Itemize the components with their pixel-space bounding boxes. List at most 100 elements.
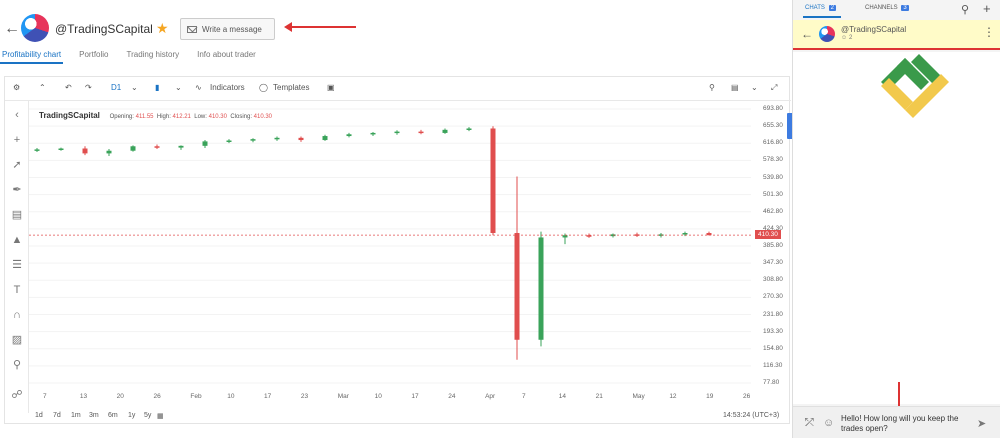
candle-body (346, 134, 352, 137)
candle-body (514, 233, 520, 340)
candle-body (202, 141, 208, 146)
measure-icon[interactable]: ▨ (11, 334, 23, 346)
time-tick-label: May (632, 393, 645, 400)
time-tick-label: 20 (116, 393, 124, 400)
trend-line-icon[interactable]: ➚ (11, 159, 23, 171)
send-icon[interactable]: ➤ (977, 417, 986, 430)
trader-avatar (21, 14, 49, 42)
settings-gear-icon[interactable]: ⚙ (13, 83, 20, 92)
tab-info-about-trader[interactable]: Info about trader (195, 50, 258, 64)
price-tick-label: 116.30 (763, 361, 783, 369)
time-tick-label: 14 (558, 393, 567, 400)
timeframe-select[interactable]: D1 (111, 83, 121, 92)
collapse-chevron-icon[interactable]: ‹ (11, 109, 23, 121)
back-arrow-icon[interactable]: ← (801, 27, 813, 41)
app-root: ← @TradingSCapital ★ Write a message Pro… (0, 0, 1000, 438)
tab-profitability-chart[interactable]: Profitability chart (0, 50, 64, 64)
indicators-button[interactable]: Indicators (210, 83, 245, 92)
candle-body (322, 136, 328, 141)
chevron-down-icon[interactable]: ⌄ (175, 83, 182, 92)
candle-body (682, 233, 688, 235)
camera-icon[interactable]: ▣ (327, 83, 335, 92)
range-7d-button[interactable]: 7d (53, 412, 61, 419)
message-input[interactable]: Hello! How long will you keep the trades… (841, 414, 971, 434)
time-tick-label: 23 (300, 393, 309, 400)
range-1d-button[interactable]: 1d (35, 412, 43, 419)
attachment-icon[interactable]: ⤱ (805, 417, 814, 430)
range-1m-button[interactable]: 1m (71, 412, 81, 419)
price-tick-label: 77.80 (763, 379, 780, 386)
price-tick-label: 578.30 (763, 156, 783, 164)
crosshair-icon[interactable]: + (11, 134, 23, 146)
tab-chats[interactable]: CHATS 2 (805, 5, 836, 11)
tab-portfolio[interactable]: Portfolio (77, 50, 110, 64)
price-tick-label: 347.30 (763, 259, 783, 267)
annotation-arrow-left (284, 22, 356, 32)
tab-trading-history[interactable]: Trading history (125, 50, 182, 64)
templates-button[interactable]: Templates (273, 83, 309, 92)
candlestick-plot[interactable] (29, 101, 751, 391)
price-axis: 693.80 655.30 616.80 578.30 539.80 501.30 462.… (751, 101, 791, 391)
fullscreen-icon[interactable]: ⤢ (771, 83, 777, 93)
brush-icon[interactable]: ✒ (11, 184, 23, 196)
chat-avatar (819, 26, 835, 42)
back-arrow-icon[interactable]: ← (4, 20, 20, 38)
chat-members-count: 2 (849, 35, 853, 41)
channels-count-badge: 3 (901, 5, 909, 11)
time-tick-label: 13 (79, 393, 88, 400)
candle-body (250, 139, 256, 141)
tab-channels[interactable]: CHANNELS 3 (865, 5, 909, 11)
text-icon[interactable]: T (11, 284, 23, 296)
search-icon[interactable]: ⚲ (961, 3, 969, 16)
emoji-icon[interactable]: ☺ (823, 417, 834, 429)
lock-icon[interactable]: ☍ (11, 389, 23, 401)
add-icon[interactable]: + (983, 1, 991, 16)
time-tick-label: 21 (595, 393, 603, 400)
save-icon[interactable]: ▤ (731, 83, 739, 92)
candle-body (130, 146, 136, 151)
candle-body (394, 131, 400, 134)
calendar-icon[interactable]: ▦ (157, 412, 164, 420)
trader-tabs: Profitability chart Portfolio Trading hi… (0, 50, 272, 64)
favorite-star-icon[interactable]: ★ (156, 20, 169, 37)
chevron-down-icon[interactable]: ⌄ (131, 83, 138, 92)
candle-body (418, 131, 424, 134)
price-tick-label: 462.80 (763, 207, 783, 215)
chevron-up-icon[interactable]: ⌃ (39, 83, 46, 92)
candle-body (562, 235, 568, 238)
undo-icon[interactable]: ↶ (65, 83, 72, 92)
time-tick-label: 7 (43, 393, 47, 400)
range-1y-button[interactable]: 1y (128, 412, 135, 419)
price-tick-label: 501.30 (763, 190, 783, 198)
candle-body (466, 128, 472, 130)
range-6m-button[interactable]: 6m (108, 412, 118, 419)
range-5y-button[interactable]: 5y (144, 412, 151, 419)
redo-icon[interactable]: ↷ (85, 83, 92, 92)
magnet-icon[interactable]: ∩ (11, 309, 23, 321)
time-tick-label: 12 (669, 393, 677, 400)
members-icon: ☺ (841, 35, 848, 41)
price-tick-label: 385.80 (763, 242, 783, 249)
time-tick-label: 10 (227, 393, 235, 400)
range-bar: 1d 7d 1m 3m 6m 1y 5y ▦ 14:53:24 (UTC+3) (5, 409, 791, 425)
channel-icon[interactable]: ▤ (11, 209, 23, 221)
write-message-button[interactable]: Write a message (180, 18, 275, 40)
search-icon[interactable]: ⚲ (709, 83, 715, 92)
chats-count-badge: 2 (828, 5, 836, 11)
candle-body (490, 128, 496, 234)
fib-icon[interactable]: ☰ (11, 259, 23, 271)
indicators-icon: ∿ (195, 83, 202, 92)
chevron-down-icon[interactable]: ⌄ (751, 83, 758, 92)
time-tick-label: 17 (411, 393, 419, 400)
zoom-in-icon[interactable]: ⚲ (11, 359, 23, 371)
clock-time: 14:53:24 (UTC+3) (723, 412, 780, 419)
time-tick-label: 17 (264, 393, 272, 400)
candlestick-type-icon[interactable]: ▮ (155, 83, 159, 92)
time-tick-label: Feb (190, 393, 202, 400)
range-3m-button[interactable]: 3m (89, 412, 99, 419)
candle-body (154, 146, 160, 148)
pattern-icon[interactable]: ▲ (11, 234, 23, 246)
time-tick-label: 26 (153, 393, 161, 400)
candle-body (82, 148, 88, 154)
more-options-icon[interactable]: ⋮ (983, 25, 995, 39)
